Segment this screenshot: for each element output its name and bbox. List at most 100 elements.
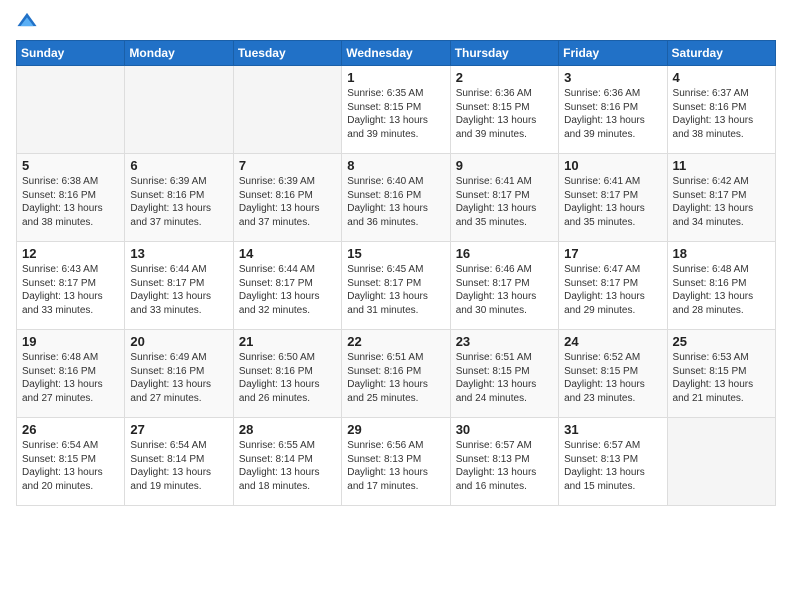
calendar-header-saturday: Saturday bbox=[667, 41, 775, 66]
calendar-cell: 27 Sunrise: 6:54 AM Sunset: 8:14 PM Dayli… bbox=[125, 418, 233, 506]
day-number: 25 bbox=[673, 334, 770, 349]
day-info: Sunrise: 6:43 AM Sunset: 8:17 PM Dayligh… bbox=[22, 263, 119, 317]
calendar-table: SundayMondayTuesdayWednesdayThursdayFrid… bbox=[16, 40, 776, 506]
day-number: 12 bbox=[22, 246, 119, 261]
day-info: Sunrise: 6:42 AM Sunset: 8:17 PM Dayligh… bbox=[673, 175, 770, 229]
day-number: 6 bbox=[130, 158, 227, 173]
day-info: Sunrise: 6:47 AM Sunset: 8:17 PM Dayligh… bbox=[564, 263, 661, 317]
day-number: 28 bbox=[239, 422, 336, 437]
calendar-cell: 6Sunrise: 6:39 AM Sunset: 8:16 PM Daylig… bbox=[125, 154, 233, 242]
calendar-header-tuesday: Tuesday bbox=[233, 41, 341, 66]
calendar-cell: 11 Sunrise: 6:42 AM Sunset: 8:17 PM Dayli… bbox=[667, 154, 775, 242]
day-info: Sunrise: 6:36 AM Sunset: 8:15 PM Dayligh… bbox=[456, 87, 553, 141]
calendar-cell bbox=[17, 66, 125, 154]
day-info: Sunrise: 6:56 AM Sunset: 8:13 PM Dayligh… bbox=[347, 439, 444, 493]
calendar-cell: 18Sunrise: 6:48 AM Sunset: 8:16 PM Dayli… bbox=[667, 242, 775, 330]
day-number: 24 bbox=[564, 334, 661, 349]
day-info: Sunrise: 6:57 AM Sunset: 8:13 PM Dayligh… bbox=[564, 439, 661, 493]
day-info: Sunrise: 6:52 AM Sunset: 8:15 PM Dayligh… bbox=[564, 351, 661, 405]
logo-icon bbox=[16, 10, 38, 32]
day-number: 19 bbox=[22, 334, 119, 349]
day-number: 4 bbox=[673, 70, 770, 85]
day-info: Sunrise: 6:40 AM Sunset: 8:16 PM Dayligh… bbox=[347, 175, 444, 229]
calendar-cell: 3Sunrise: 6:36 AM Sunset: 8:16 PM Daylig… bbox=[559, 66, 667, 154]
page: SundayMondayTuesdayWednesdayThursdayFrid… bbox=[0, 0, 792, 612]
day-number: 7 bbox=[239, 158, 336, 173]
calendar-cell: 10Sunrise: 6:41 AM Sunset: 8:17 PM Dayli… bbox=[559, 154, 667, 242]
day-info: Sunrise: 6:54 AM Sunset: 8:14 PM Dayligh… bbox=[130, 439, 227, 493]
day-number: 29 bbox=[347, 422, 444, 437]
calendar-cell: 13 Sunrise: 6:44 AM Sunset: 8:17 PM Dayli… bbox=[125, 242, 233, 330]
day-number: 5 bbox=[22, 158, 119, 173]
day-info: Sunrise: 6:35 AM Sunset: 8:15 PM Dayligh… bbox=[347, 87, 444, 141]
calendar-cell: 31Sunrise: 6:57 AM Sunset: 8:13 PM Dayli… bbox=[559, 418, 667, 506]
calendar-cell: 16Sunrise: 6:46 AM Sunset: 8:17 PM Dayli… bbox=[450, 242, 558, 330]
calendar-cell: 9 Sunrise: 6:41 AM Sunset: 8:17 PM Daylig… bbox=[450, 154, 558, 242]
day-info: Sunrise: 6:48 AM Sunset: 8:16 PM Dayligh… bbox=[673, 263, 770, 317]
calendar-header-sunday: Sunday bbox=[17, 41, 125, 66]
day-number: 30 bbox=[456, 422, 553, 437]
day-number: 14 bbox=[239, 246, 336, 261]
day-info: Sunrise: 6:57 AM Sunset: 8:13 PM Dayligh… bbox=[456, 439, 553, 493]
calendar-cell: 1 Sunrise: 6:35 AM Sunset: 8:15 PM Daylig… bbox=[342, 66, 450, 154]
calendar-header-wednesday: Wednesday bbox=[342, 41, 450, 66]
day-info: Sunrise: 6:54 AM Sunset: 8:15 PM Dayligh… bbox=[22, 439, 119, 493]
calendar-cell bbox=[667, 418, 775, 506]
calendar-cell: 24 Sunrise: 6:52 AM Sunset: 8:15 PM Dayli… bbox=[559, 330, 667, 418]
day-number: 23 bbox=[456, 334, 553, 349]
day-info: Sunrise: 6:51 AM Sunset: 8:15 PM Dayligh… bbox=[456, 351, 553, 405]
calendar-cell: 28 Sunrise: 6:55 AM Sunset: 8:14 PM Dayli… bbox=[233, 418, 341, 506]
day-info: Sunrise: 6:55 AM Sunset: 8:14 PM Dayligh… bbox=[239, 439, 336, 493]
calendar-cell: 5 Sunrise: 6:38 AM Sunset: 8:16 PM Daylig… bbox=[17, 154, 125, 242]
day-number: 9 bbox=[456, 158, 553, 173]
calendar-cell: 22 Sunrise: 6:51 AM Sunset: 8:16 PM Dayli… bbox=[342, 330, 450, 418]
calendar-header-monday: Monday bbox=[125, 41, 233, 66]
calendar-cell: 23 Sunrise: 6:51 AM Sunset: 8:15 PM Dayli… bbox=[450, 330, 558, 418]
calendar-week-4: 19 Sunrise: 6:48 AM Sunset: 8:16 PM Dayli… bbox=[17, 330, 776, 418]
day-info: Sunrise: 6:49 AM Sunset: 8:16 PM Dayligh… bbox=[130, 351, 227, 405]
calendar-cell: 20 Sunrise: 6:49 AM Sunset: 8:16 PM Dayli… bbox=[125, 330, 233, 418]
day-info: Sunrise: 6:37 AM Sunset: 8:16 PM Dayligh… bbox=[673, 87, 770, 141]
day-number: 20 bbox=[130, 334, 227, 349]
calendar-cell: 19 Sunrise: 6:48 AM Sunset: 8:16 PM Dayli… bbox=[17, 330, 125, 418]
day-info: Sunrise: 6:36 AM Sunset: 8:16 PM Dayligh… bbox=[564, 87, 661, 141]
calendar-cell: 15Sunrise: 6:45 AM Sunset: 8:17 PM Dayli… bbox=[342, 242, 450, 330]
calendar-cell: 12 Sunrise: 6:43 AM Sunset: 8:17 PM Dayli… bbox=[17, 242, 125, 330]
day-info: Sunrise: 6:53 AM Sunset: 8:15 PM Dayligh… bbox=[673, 351, 770, 405]
day-info: Sunrise: 6:44 AM Sunset: 8:17 PM Dayligh… bbox=[239, 263, 336, 317]
calendar-header-row: SundayMondayTuesdayWednesdayThursdayFrid… bbox=[17, 41, 776, 66]
day-number: 10 bbox=[564, 158, 661, 173]
calendar-week-1: 1 Sunrise: 6:35 AM Sunset: 8:15 PM Daylig… bbox=[17, 66, 776, 154]
calendar-cell: 14 Sunrise: 6:44 AM Sunset: 8:17 PM Dayli… bbox=[233, 242, 341, 330]
calendar-header-friday: Friday bbox=[559, 41, 667, 66]
day-number: 11 bbox=[673, 158, 770, 173]
calendar-cell: 7 Sunrise: 6:39 AM Sunset: 8:16 PM Daylig… bbox=[233, 154, 341, 242]
day-number: 27 bbox=[130, 422, 227, 437]
day-info: Sunrise: 6:46 AM Sunset: 8:17 PM Dayligh… bbox=[456, 263, 553, 317]
calendar-cell: 29 Sunrise: 6:56 AM Sunset: 8:13 PM Dayli… bbox=[342, 418, 450, 506]
day-number: 13 bbox=[130, 246, 227, 261]
calendar-header-thursday: Thursday bbox=[450, 41, 558, 66]
calendar-week-3: 12 Sunrise: 6:43 AM Sunset: 8:17 PM Dayli… bbox=[17, 242, 776, 330]
calendar-cell: 26 Sunrise: 6:54 AM Sunset: 8:15 PM Dayli… bbox=[17, 418, 125, 506]
day-info: Sunrise: 6:38 AM Sunset: 8:16 PM Dayligh… bbox=[22, 175, 119, 229]
day-number: 26 bbox=[22, 422, 119, 437]
calendar-cell bbox=[233, 66, 341, 154]
calendar-cell: 21Sunrise: 6:50 AM Sunset: 8:16 PM Dayli… bbox=[233, 330, 341, 418]
day-number: 8 bbox=[347, 158, 444, 173]
day-info: Sunrise: 6:45 AM Sunset: 8:17 PM Dayligh… bbox=[347, 263, 444, 317]
calendar-cell bbox=[125, 66, 233, 154]
calendar-cell: 25 Sunrise: 6:53 AM Sunset: 8:15 PM Dayli… bbox=[667, 330, 775, 418]
day-info: Sunrise: 6:48 AM Sunset: 8:16 PM Dayligh… bbox=[22, 351, 119, 405]
day-number: 21 bbox=[239, 334, 336, 349]
day-info: Sunrise: 6:41 AM Sunset: 8:17 PM Dayligh… bbox=[456, 175, 553, 229]
calendar-cell: 30 Sunrise: 6:57 AM Sunset: 8:13 PM Dayli… bbox=[450, 418, 558, 506]
calendar-week-5: 26 Sunrise: 6:54 AM Sunset: 8:15 PM Dayli… bbox=[17, 418, 776, 506]
calendar-week-2: 5 Sunrise: 6:38 AM Sunset: 8:16 PM Daylig… bbox=[17, 154, 776, 242]
logo bbox=[16, 10, 42, 32]
day-info: Sunrise: 6:39 AM Sunset: 8:16 PM Dayligh… bbox=[239, 175, 336, 229]
day-info: Sunrise: 6:51 AM Sunset: 8:16 PM Dayligh… bbox=[347, 351, 444, 405]
day-info: Sunrise: 6:44 AM Sunset: 8:17 PM Dayligh… bbox=[130, 263, 227, 317]
day-number: 1 bbox=[347, 70, 444, 85]
day-number: 22 bbox=[347, 334, 444, 349]
